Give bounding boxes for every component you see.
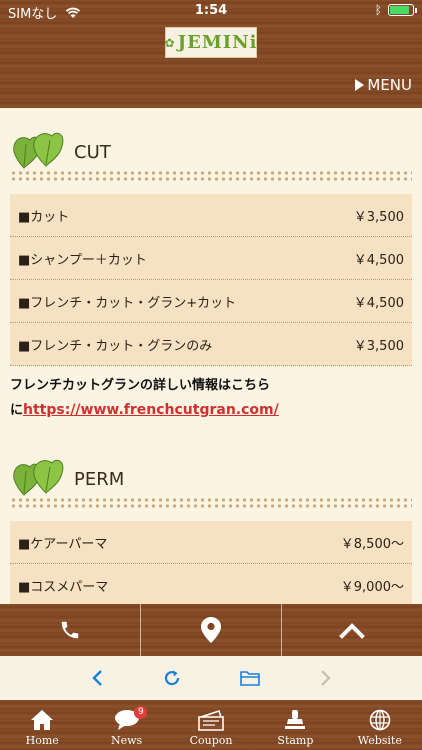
tab-label: Website	[357, 734, 402, 747]
section-title-perm: PERM	[74, 469, 125, 490]
price-row: ■ケアーパーマ ￥8,500～	[10, 521, 412, 564]
item-price: ￥3,500	[353, 209, 404, 225]
status-time: 1:54	[194, 3, 228, 18]
tab-stamp[interactable]: Stamp	[253, 700, 337, 750]
price-row: ■フレンチ・カット・グランのみ ￥3,500	[10, 323, 412, 366]
menu-button[interactable]: MENU	[355, 76, 412, 94]
menu-triangle-icon	[355, 79, 365, 91]
forward-icon[interactable]	[319, 669, 333, 687]
section-divider	[0, 168, 422, 182]
tab-home[interactable]: Home	[0, 700, 84, 750]
info-prefix: に	[10, 403, 24, 418]
leaf-icon	[13, 132, 64, 169]
tab-website[interactable]: Website	[338, 700, 422, 750]
item-name: ■シャンプー＋カット	[18, 252, 147, 268]
tab-label: Stamp	[277, 734, 314, 747]
chevron-up-icon	[339, 623, 365, 639]
item-price: ￥4,500	[353, 252, 404, 268]
price-row: ■フレンチ・カット・グラン+カット ￥4,500	[10, 280, 412, 323]
item-price: ￥9,000～	[340, 579, 404, 595]
action-bar	[0, 604, 422, 656]
menu-content[interactable]: CUT ■カット ￥3,500 ■シャンプー＋カット ￥4,500 ■フレンチ・…	[0, 108, 422, 604]
french-cut-link[interactable]: https://www.frenchcutgran.com/	[23, 402, 279, 418]
status-bar: SIMなし 1:54 ᛒ	[0, 0, 422, 22]
info-text: フレンチカットグランの詳しい情報はこちら	[10, 378, 271, 393]
item-price: ￥4,500	[353, 295, 404, 311]
section-divider	[0, 495, 422, 509]
logo-leaf-icon: ✿	[164, 35, 175, 50]
section-title-cut: CUT	[74, 142, 111, 163]
cut-price-list: ■カット ￥3,500 ■シャンプー＋カット ￥4,500 ■フレンチ・カット・…	[10, 194, 412, 366]
map-button[interactable]	[141, 604, 282, 656]
status-right: ᛒ	[374, 3, 417, 17]
news-badge: 9	[134, 706, 148, 719]
scroll-top-button[interactable]	[282, 604, 422, 656]
price-row: ■カット ￥3,500	[10, 194, 412, 237]
section-header-cut: CUT	[0, 108, 422, 169]
price-row: ■シャンプー＋カット ￥4,500	[10, 237, 412, 280]
map-pin-icon	[201, 617, 221, 643]
tab-label: News	[111, 734, 143, 747]
reload-icon[interactable]	[163, 669, 181, 687]
item-name: ■カット	[18, 209, 70, 225]
home-icon	[31, 710, 54, 730]
price-row: ■コスメパーマ ￥9,000～	[10, 564, 412, 604]
menu-label: MENU	[367, 76, 412, 94]
globe-icon	[369, 709, 391, 731]
tab-label: Coupon	[189, 734, 233, 747]
french-cut-info: フレンチカットグランの詳しい情報はこちら にhttps://www.french…	[10, 374, 412, 423]
tab-coupon[interactable]: Coupon	[169, 700, 253, 750]
item-name: ■フレンチ・カット・グラン+カット	[18, 295, 237, 311]
item-price: ￥3,500	[353, 338, 404, 354]
dotted-line	[10, 176, 412, 182]
app-header: SIMなし 1:54 ᛒ ✿ JEMINi MENU	[0, 0, 422, 108]
stamp-icon	[285, 710, 306, 729]
coupon-icon	[198, 709, 224, 731]
bluetooth-icon: ᛒ	[374, 3, 382, 17]
back-icon[interactable]	[90, 669, 104, 687]
battery-icon	[388, 4, 417, 16]
dotted-line	[10, 503, 412, 509]
tab-bar: Home 9 News Coupon Stamp Website	[0, 700, 422, 750]
app-logo[interactable]: ✿ JEMINi	[165, 27, 257, 58]
phone-icon	[61, 621, 79, 639]
call-button[interactable]	[0, 604, 141, 656]
item-name: ■コスメパーマ	[18, 579, 109, 595]
logo-text: JEMINi	[177, 32, 258, 53]
perm-price-list: ■ケアーパーマ ￥8,500～ ■コスメパーマ ￥9,000～	[10, 521, 412, 604]
item-name: ■フレンチ・カット・グランのみ	[18, 338, 213, 354]
item-price: ￥8,500～	[340, 536, 404, 552]
leaf-icon	[13, 459, 64, 496]
tab-label: Home	[25, 734, 59, 747]
section-header-perm: PERM	[0, 435, 422, 496]
folder-icon[interactable]	[239, 670, 260, 686]
browser-nav	[0, 656, 422, 700]
tab-news[interactable]: 9 News	[84, 700, 168, 750]
item-name: ■ケアーパーマ	[18, 536, 108, 552]
